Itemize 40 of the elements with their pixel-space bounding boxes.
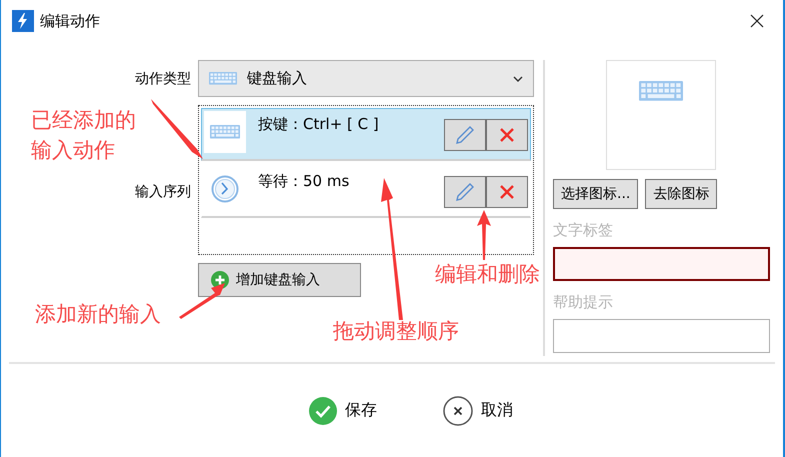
edit-button[interactable] bbox=[444, 176, 486, 208]
delete-button[interactable] bbox=[486, 119, 528, 151]
delete-button[interactable] bbox=[486, 176, 528, 208]
cancel-button[interactable]: 取消 bbox=[443, 396, 513, 426]
help-hint-field[interactable] bbox=[553, 319, 770, 353]
annotation-text: 输入动作 bbox=[31, 140, 115, 161]
close-icon[interactable] bbox=[750, 14, 764, 28]
keyboard-icon bbox=[209, 72, 237, 85]
sequence-item-text: 等待：50 ms bbox=[258, 172, 350, 191]
add-input-button[interactable]: 增加键盘输入 bbox=[198, 263, 361, 297]
field-label: 帮助提示 bbox=[553, 293, 614, 312]
text-label-field[interactable] bbox=[553, 247, 770, 281]
keyboard-icon bbox=[639, 81, 683, 101]
pencil-icon bbox=[454, 181, 476, 203]
check-icon bbox=[309, 396, 337, 424]
save-button[interactable]: 保存 bbox=[309, 396, 377, 424]
action-type-dropdown[interactable]: 键盘输入 bbox=[198, 60, 534, 97]
field-label: 动作类型 bbox=[135, 70, 191, 88]
close-icon bbox=[443, 396, 473, 426]
delete-icon bbox=[499, 184, 515, 200]
annotation-text: 添加新的输入 bbox=[35, 304, 161, 325]
remove-icon-button[interactable]: 去除图标 bbox=[645, 179, 718, 209]
annotation-text: 编辑和删除 bbox=[435, 264, 540, 285]
clock-icon bbox=[211, 175, 239, 203]
edit-button[interactable] bbox=[444, 119, 486, 151]
annotation-text: 已经添加的 bbox=[31, 110, 136, 131]
sequence-item[interactable]: 按键：Ctrl+ [ C ] bbox=[201, 108, 531, 161]
pencil-icon bbox=[454, 124, 476, 146]
annotation-arrow bbox=[477, 210, 491, 260]
window-title: 编辑动作 bbox=[40, 12, 101, 30]
keyboard-icon bbox=[210, 125, 240, 139]
chevron-icon bbox=[513, 76, 523, 82]
annotation-arrow bbox=[179, 283, 225, 319]
lightning-icon bbox=[12, 10, 34, 32]
field-label: 文字标签 bbox=[553, 221, 614, 240]
sequence-item-text: 按键：Ctrl+ [ C ] bbox=[258, 115, 380, 134]
choose-icon-button[interactable]: 选择图标... bbox=[553, 179, 638, 209]
field-label: 输入序列 bbox=[135, 183, 191, 201]
annotation-text: 拖动调整顺序 bbox=[333, 321, 459, 342]
delete-icon bbox=[499, 127, 515, 143]
